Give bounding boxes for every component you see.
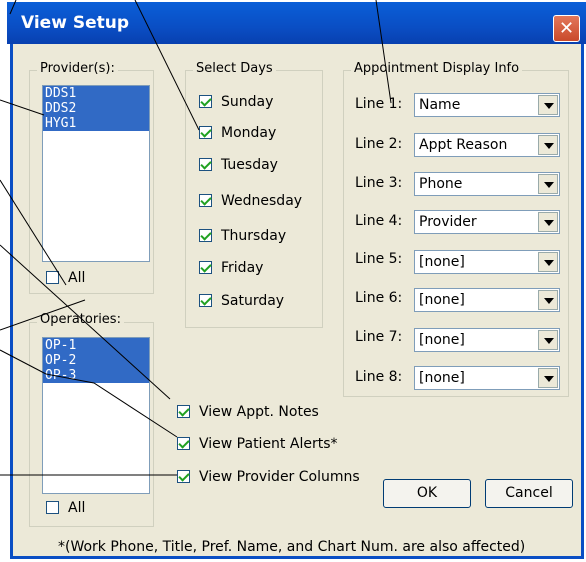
leader-line: [0, 99, 45, 116]
annotation-leader-lines: [0, 0, 392, 476]
leader-line: [9, 0, 17, 15]
leader-line: [0, 179, 67, 286]
leader-line: [45, 373, 178, 438]
leader-line: [0, 299, 86, 331]
leader-line: [375, 0, 392, 104]
leader-line: [0, 244, 171, 400]
leader-line: [134, 0, 200, 131]
leader-line: [0, 349, 47, 375]
